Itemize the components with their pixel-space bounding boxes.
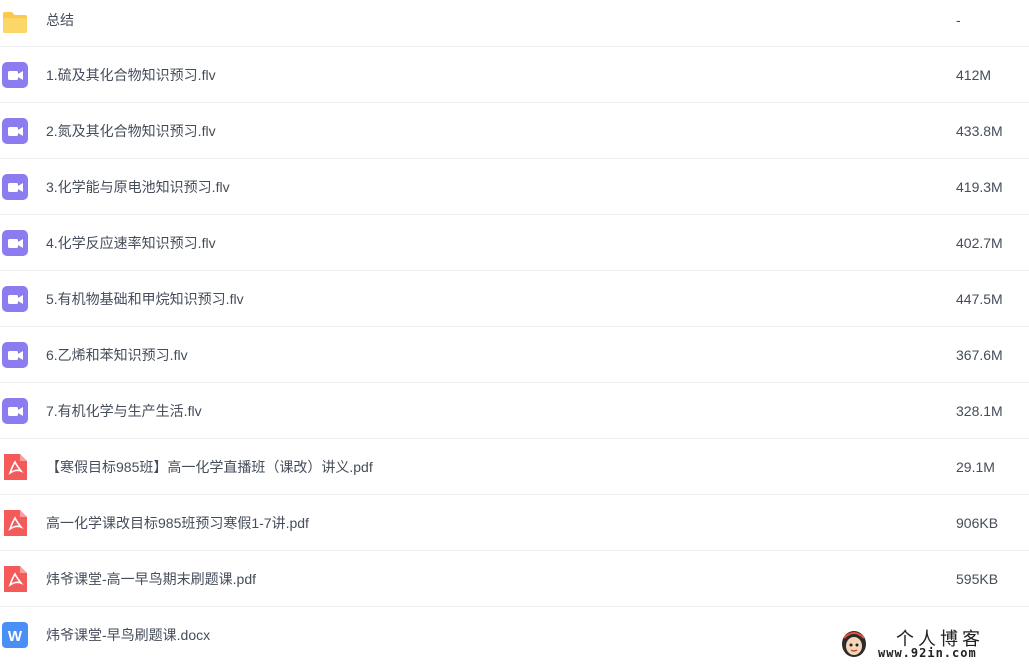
file-name[interactable]: 3.化学能与原电池知识预习.flv bbox=[46, 159, 230, 215]
file-name[interactable]: 5.有机物基础和甲烷知识预习.flv bbox=[46, 271, 244, 327]
file-size: 419.3M bbox=[956, 179, 1003, 195]
video-file-icon bbox=[1, 117, 29, 145]
file-size: 447.5M bbox=[956, 291, 1003, 307]
video-file-icon bbox=[1, 229, 29, 257]
file-list: 总结 - 1.硫及其化合物知识预习.flv 412M 2.氮及其化合物知识预习.flv 4… bbox=[0, 0, 1029, 663]
file-name[interactable]: 炜爷课堂-高一早鸟期末刷题课.pdf bbox=[46, 551, 256, 607]
file-row[interactable]: 1.硫及其化合物知识预习.flv 412M bbox=[0, 47, 1029, 103]
file-size: 328.1M bbox=[956, 403, 1003, 419]
video-file-icon bbox=[1, 341, 29, 369]
watermark: 个人博客 www.92in.com bbox=[836, 622, 1026, 664]
file-row[interactable]: 高一化学课改目标985班预习寒假1-7讲.pdf 906KB bbox=[0, 495, 1029, 551]
file-row[interactable]: 5.有机物基础和甲烷知识预习.flv 447.5M bbox=[0, 271, 1029, 327]
word-file-icon: W bbox=[1, 621, 29, 649]
pdf-file-icon bbox=[1, 453, 29, 481]
file-size: 906KB bbox=[956, 515, 999, 531]
file-size: - bbox=[956, 12, 961, 28]
file-row[interactable]: 6.乙烯和苯知识预习.flv 367.6M bbox=[0, 327, 1029, 383]
video-file-icon bbox=[1, 61, 29, 89]
file-size: 29.1M bbox=[956, 459, 995, 475]
file-name[interactable]: 1.硫及其化合物知识预习.flv bbox=[46, 47, 216, 103]
svg-text:W: W bbox=[8, 628, 23, 645]
video-file-icon bbox=[1, 173, 29, 201]
file-row[interactable]: 炜爷课堂-高一早鸟期末刷题课.pdf 595KB bbox=[0, 551, 1029, 607]
file-name[interactable]: 4.化学反应速率知识预习.flv bbox=[46, 215, 216, 271]
file-size: 367.6M bbox=[956, 347, 1003, 363]
pdf-file-icon bbox=[1, 509, 29, 537]
file-row[interactable]: 4.化学反应速率知识预习.flv 402.7M bbox=[0, 215, 1029, 271]
file-name[interactable]: 7.有机化学与生产生活.flv bbox=[46, 383, 202, 439]
file-name[interactable]: 2.氮及其化合物知识预习.flv bbox=[46, 103, 216, 159]
file-size: 595KB bbox=[956, 571, 999, 587]
video-file-icon bbox=[1, 285, 29, 313]
folder-icon bbox=[1, 8, 29, 36]
file-row[interactable]: 【寒假目标985班】高一化学直播班（课改）讲义.pdf 29.1M bbox=[0, 439, 1029, 495]
file-size: 433.8M bbox=[956, 123, 1003, 139]
file-name[interactable]: 高一化学课改目标985班预习寒假1-7讲.pdf bbox=[46, 495, 309, 551]
file-size: 402.7M bbox=[956, 235, 1003, 251]
folder-row[interactable]: 总结 - bbox=[0, 0, 1029, 47]
watermark-url: www.92in.com bbox=[878, 646, 977, 660]
video-file-icon bbox=[1, 397, 29, 425]
file-row[interactable]: 2.氮及其化合物知识预习.flv 433.8M bbox=[0, 103, 1029, 159]
avatar-icon bbox=[842, 631, 866, 657]
pdf-file-icon bbox=[1, 565, 29, 593]
file-size: 412M bbox=[956, 67, 992, 83]
file-name[interactable]: 炜爷课堂-早鸟刷题课.docx bbox=[46, 607, 210, 663]
file-row[interactable]: 3.化学能与原电池知识预习.flv 419.3M bbox=[0, 159, 1029, 215]
file-name[interactable]: 【寒假目标985班】高一化学直播班（课改）讲义.pdf bbox=[46, 439, 373, 495]
file-name[interactable]: 总结 bbox=[46, 0, 74, 40]
file-name[interactable]: 6.乙烯和苯知识预习.flv bbox=[46, 327, 188, 383]
file-row[interactable]: 7.有机化学与生产生活.flv 328.1M bbox=[0, 383, 1029, 439]
